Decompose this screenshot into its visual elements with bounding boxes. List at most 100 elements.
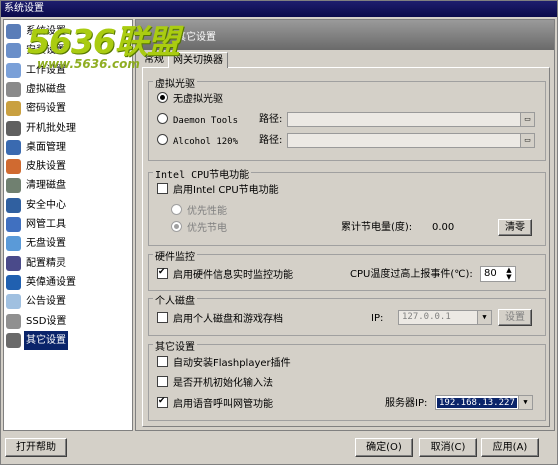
sidebar-item-label: 安全中心 bbox=[26, 199, 66, 211]
group-title: 个人磁盘 bbox=[153, 292, 197, 307]
desktop-icon bbox=[6, 139, 21, 155]
sidebar-item[interactable]: 虚拟磁盘 bbox=[6, 80, 130, 99]
group-title: Intel CPU节电功能 bbox=[153, 166, 252, 181]
sidebar-item-label: 配置精灵 bbox=[26, 257, 66, 269]
sidebar-item[interactable]: 桌面管理 bbox=[6, 138, 130, 157]
group-title: 虚拟光驱 bbox=[153, 75, 197, 90]
alcohol-path-field[interactable]: ▭ bbox=[287, 133, 535, 148]
work-icon bbox=[6, 62, 21, 78]
other-settings-group: 其它设置 自动安装Flashplayer插件 是否开机初始化输入法 启用语音呼叫… bbox=[148, 338, 546, 421]
sidebar-item[interactable]: 配置精灵 bbox=[6, 254, 130, 273]
ssd-icon bbox=[6, 313, 21, 329]
path-label: 路径: bbox=[259, 135, 283, 146]
sidebar-item-label: 皮肤设置 bbox=[26, 161, 66, 173]
batch-icon bbox=[6, 120, 21, 136]
personal-disk-checkbox[interactable]: 启用个人磁盘和游戏存档 bbox=[157, 312, 283, 326]
panel-header: 其它设置 bbox=[136, 20, 554, 50]
key-icon bbox=[6, 101, 21, 117]
cpu-temp-label: CPU温度过高上报事件(℃): bbox=[350, 269, 473, 280]
sidebar-item[interactable]: 开机批处理 bbox=[6, 119, 130, 138]
tools-icon bbox=[6, 217, 21, 232]
sidebar-item[interactable]: 密码设置 bbox=[6, 99, 130, 118]
url-watermark: www.5636.com bbox=[37, 57, 140, 71]
server-ip-combo[interactable]: 192.168.13.227 ▼ bbox=[435, 395, 533, 410]
personal-disk-ip-field[interactable]: 127.0.0.1 ▼ bbox=[398, 310, 492, 325]
spin-down-icon[interactable]: ▼ bbox=[504, 274, 514, 281]
server-ip-label: 服务器IP: bbox=[385, 398, 428, 409]
checkbox-icon bbox=[157, 312, 168, 323]
group-title: 硬件监控 bbox=[153, 248, 197, 263]
daemon-path-field[interactable]: ▭ bbox=[287, 112, 535, 127]
cpu-temp-input[interactable]: 80 ▲ ▼ bbox=[480, 266, 516, 282]
radio-icon bbox=[171, 221, 182, 232]
sidebar-item[interactable]: 安全中心 bbox=[6, 196, 130, 215]
cancel-button[interactable]: 取消(C) bbox=[419, 438, 477, 457]
ip-label: IP: bbox=[371, 313, 384, 324]
personal-disk-settings-button[interactable]: 设置 bbox=[498, 309, 532, 326]
checkbox-icon bbox=[157, 376, 168, 387]
help-button[interactable]: 打开帮助 bbox=[5, 438, 67, 457]
accumulated-savings-value: 0.00 bbox=[432, 222, 455, 233]
sidebar-item-label: 桌面管理 bbox=[26, 141, 66, 153]
sidebar-item[interactable]: 皮肤设置 bbox=[6, 157, 130, 176]
tab-content: 虚拟光驱 无虚拟光驱 Daemon Tools Alcohol 120% 路径:… bbox=[142, 67, 550, 427]
settings-window: 系统设置 5636联盟 www.5636.com 系统设置 安装设置 工作设置 虚拟磁… bbox=[0, 0, 558, 465]
checkbox-icon bbox=[157, 395, 168, 408]
main-panel: 其它设置 常规 网关切换器 虚拟光驱 无虚拟光驱 Daemon Tools Al… bbox=[135, 19, 555, 431]
sidebar-item[interactable]: 网管工具 bbox=[6, 215, 130, 234]
ime-init-checkbox[interactable]: 是否开机初始化输入法 bbox=[157, 376, 273, 390]
sidebar-item-label: 清理磁盘 bbox=[26, 180, 66, 192]
sidebar-item-label: 英偉通设置 bbox=[26, 276, 76, 288]
chevron-down-icon[interactable]: ▼ bbox=[518, 396, 532, 409]
radio-no-virtual-drive[interactable]: 无虚拟光驱 bbox=[157, 92, 223, 106]
sidebar-item[interactable]: 英偉通设置 bbox=[6, 273, 130, 292]
shield-icon bbox=[6, 197, 21, 213]
personal-disk-group: 个人磁盘 启用个人磁盘和游戏存档 IP: 127.0.0.1 ▼ 设置 bbox=[148, 292, 546, 336]
page-title: 其它设置 bbox=[176, 32, 216, 43]
path-label: 路径: bbox=[259, 114, 283, 125]
radio-performance-first[interactable]: 优先性能 bbox=[171, 204, 227, 218]
sidebar-item-label: 其它设置 bbox=[24, 330, 68, 350]
notice-icon bbox=[6, 294, 21, 310]
accumulated-savings-label: 累计节电量(度): bbox=[341, 222, 413, 233]
browse-icon[interactable]: ▭ bbox=[520, 134, 534, 147]
clean-icon bbox=[6, 178, 21, 194]
radio-icon bbox=[157, 134, 168, 145]
radio-icon bbox=[171, 204, 182, 215]
radio-daemon-tools[interactable]: Daemon Tools bbox=[157, 113, 238, 127]
sidebar-item[interactable]: 公告设置 bbox=[6, 292, 130, 311]
ok-button[interactable]: 确定(O) bbox=[355, 438, 413, 457]
radio-alcohol[interactable]: Alcohol 120% bbox=[157, 134, 238, 148]
sidebar-item[interactable]: 清理磁盘 bbox=[6, 176, 130, 195]
install-icon bbox=[6, 43, 21, 59]
sidebar-item-label: 无盘设置 bbox=[26, 238, 66, 250]
checkbox-icon bbox=[157, 356, 168, 367]
intel-icon bbox=[6, 274, 21, 290]
gear-icon bbox=[6, 332, 21, 348]
sidebar-item-label: 开机批处理 bbox=[26, 122, 76, 134]
sidebar-item-label: 虚拟磁盘 bbox=[26, 83, 66, 95]
sidebar-item[interactable]: SSD设置 bbox=[6, 312, 130, 331]
monitor-icon bbox=[6, 24, 21, 39]
sidebar-item[interactable]: 其它设置 bbox=[6, 330, 130, 350]
virtual-drive-group: 虚拟光驱 无虚拟光驱 Daemon Tools Alcohol 120% 路径:… bbox=[148, 75, 546, 161]
intel-power-group: Intel CPU节电功能 启用Intel CPU节电功能 优先性能 优先节电 … bbox=[148, 166, 546, 246]
radio-icon bbox=[157, 113, 168, 124]
intel-power-checkbox[interactable]: 启用Intel CPU节电功能 bbox=[157, 183, 279, 197]
sidebar-item-label: SSD设置 bbox=[26, 315, 67, 327]
diskless-icon bbox=[6, 236, 21, 252]
clear-button[interactable]: 清零 bbox=[498, 219, 532, 236]
checkbox-icon bbox=[157, 183, 168, 194]
hardware-monitor-group: 硬件监控 启用硬件信息实时监控功能 CPU温度过高上报事件(℃): 80▲▼ bbox=[148, 248, 546, 291]
disk-icon bbox=[6, 81, 21, 97]
flashplayer-checkbox[interactable]: 自动安装Flashplayer插件 bbox=[157, 356, 291, 370]
sidebar-item[interactable]: 无盘设置 bbox=[6, 234, 130, 253]
wizard-icon bbox=[6, 255, 21, 271]
radio-power-saving-first[interactable]: 优先节电 bbox=[171, 221, 227, 235]
apply-button[interactable]: 应用(A) bbox=[481, 438, 539, 457]
browse-icon[interactable]: ▭ bbox=[520, 113, 534, 126]
sidebar: 系统设置 安装设置 工作设置 虚拟磁盘 密码设置 开机批处理 桌面管理 皮肤设置 清理磁盘 安全中… bbox=[3, 19, 133, 431]
hardware-monitor-checkbox[interactable]: 启用硬件信息实时监控功能 bbox=[157, 266, 293, 282]
chevron-down-icon[interactable]: ▼ bbox=[477, 311, 491, 324]
voice-call-checkbox[interactable]: 启用语音呼叫网管功能 bbox=[157, 395, 273, 411]
